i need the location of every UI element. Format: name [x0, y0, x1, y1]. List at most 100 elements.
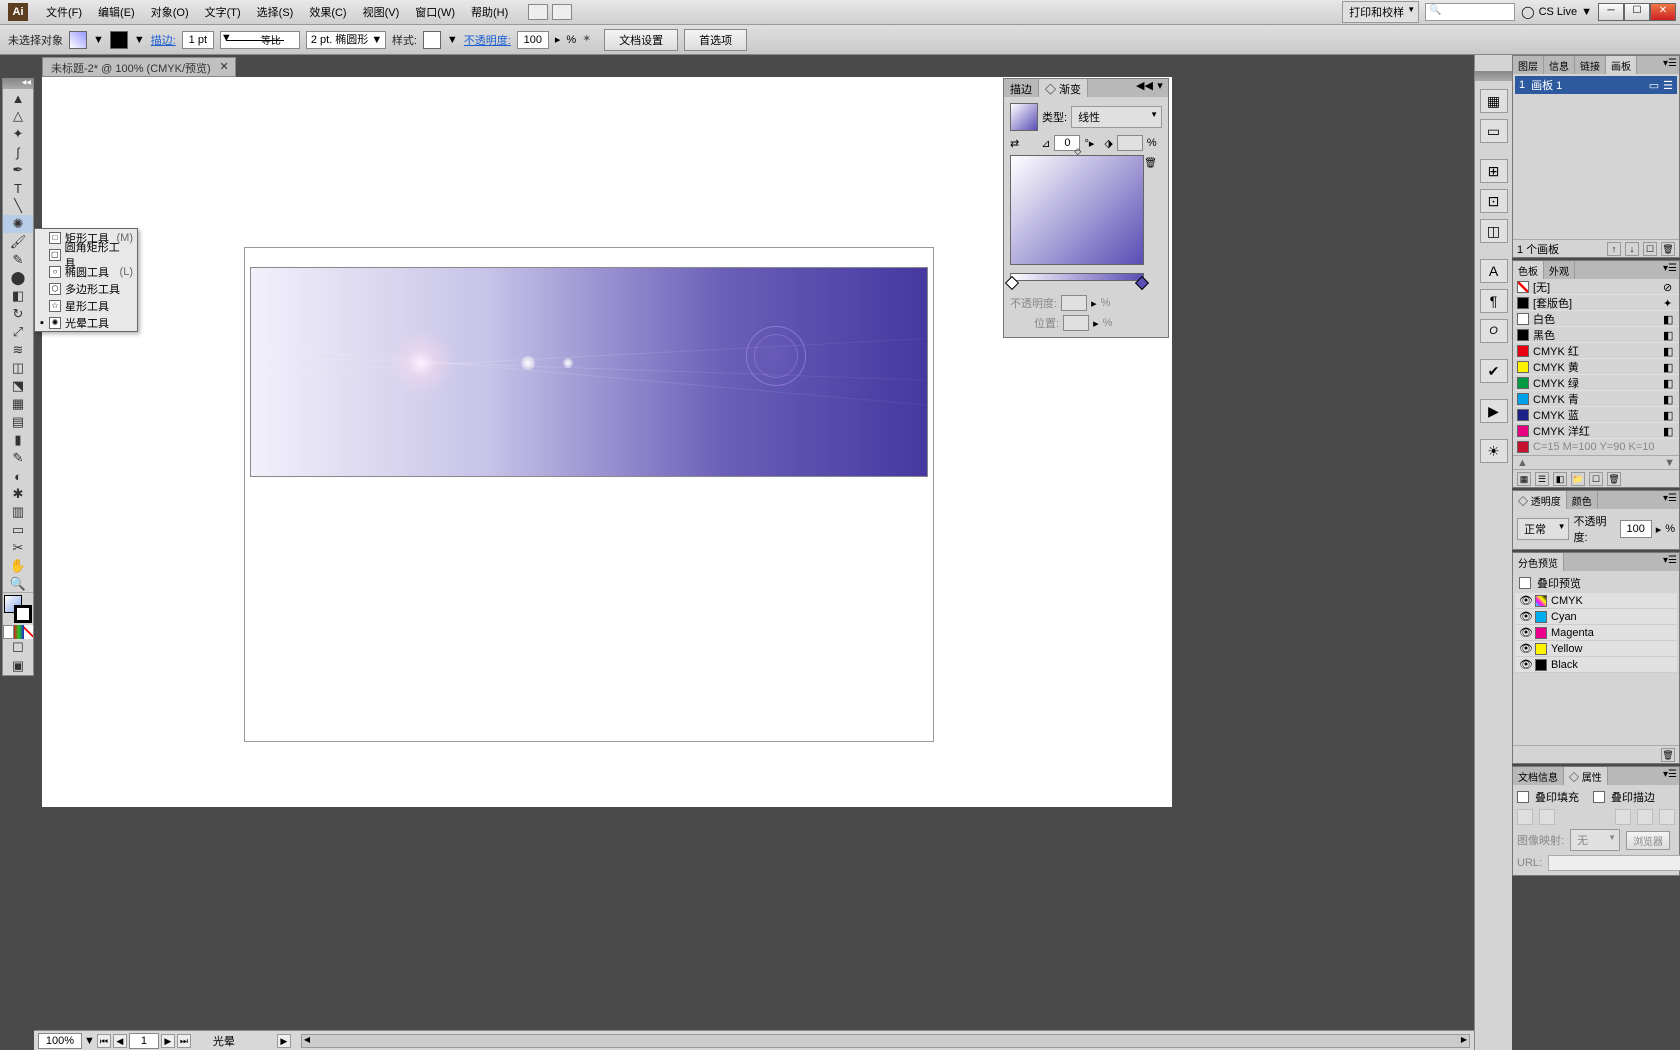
fill-stroke-control[interactable]	[4, 595, 32, 623]
menu-file[interactable]: 文件(F)	[38, 0, 90, 24]
tab-links[interactable]: 链接	[1575, 56, 1606, 74]
hide-center-icon[interactable]	[1637, 809, 1653, 825]
stroke-weight-input[interactable]	[182, 31, 214, 49]
panel-menu-icon[interactable]: ▾☰	[1663, 769, 1677, 780]
tab-swatches[interactable]: 色板	[1513, 261, 1544, 279]
artboard-options-icon[interactable]: ☰	[1663, 79, 1673, 92]
menu-object[interactable]: 对象(O)	[143, 0, 197, 24]
brush-profile[interactable]: 2 pt. 椭圆形 ▼	[306, 31, 386, 49]
window-close[interactable]: ✕	[1650, 3, 1676, 21]
swatch-row[interactable]: CMYK 洋红◧	[1513, 423, 1679, 439]
selection-tool[interactable]: ▲	[3, 89, 33, 107]
tab-attributes[interactable]: ◇ 属性	[1564, 767, 1608, 785]
ink-row[interactable]: 👁Black	[1515, 657, 1677, 673]
swatch-box[interactable]	[1517, 441, 1529, 453]
overprint-fill-checkbox[interactable]	[1517, 791, 1529, 803]
layout-icon-1[interactable]	[528, 4, 548, 20]
dock-btn-transform[interactable]: ⊡	[1480, 189, 1508, 213]
shape-tool[interactable]: ✺	[3, 215, 33, 233]
move-up-icon[interactable]: ↑	[1607, 242, 1621, 256]
menu-edit[interactable]: 编辑(E)	[90, 0, 143, 24]
ink-row[interactable]: 👁Yellow	[1515, 641, 1677, 657]
delete-stop-icon[interactable]: 🗑	[1144, 158, 1157, 169]
tab-appearance[interactable]: 外观	[1544, 261, 1575, 279]
flyout-item[interactable]: ▢圆角矩形工具	[35, 246, 137, 263]
hand-tool[interactable]: ✋	[3, 557, 33, 575]
artboard-row[interactable]: 1 画板 1 ▭☰	[1515, 76, 1677, 94]
direct-selection-tool[interactable]: △	[3, 107, 33, 125]
gradient-tool[interactable]: ▮	[3, 431, 33, 449]
tab-separations[interactable]: 分色预览	[1513, 553, 1564, 571]
panel-menu-icon[interactable]: ▾☰	[1663, 58, 1677, 69]
dock-btn-pathfinder[interactable]: ◫	[1480, 219, 1508, 243]
zoom-input[interactable]	[38, 1033, 82, 1049]
menu-type[interactable]: 文字(T)	[197, 0, 249, 24]
tool-nav[interactable]: ▶	[277, 1034, 291, 1048]
tab-artboards[interactable]: 画板	[1606, 56, 1637, 74]
last-page[interactable]: ⏭	[177, 1034, 191, 1048]
gradient-preview[interactable]: ◇ 🗑	[1010, 155, 1144, 265]
flyout-item[interactable]: ⬡多边形工具	[35, 280, 137, 297]
swatch-row[interactable]: [无]⊘	[1513, 279, 1679, 295]
overprint-stroke-checkbox[interactable]	[1593, 791, 1605, 803]
opacity-input[interactable]	[517, 31, 549, 49]
gradient-slider[interactable]	[1010, 273, 1144, 281]
show-center-icon[interactable]	[1615, 809, 1631, 825]
window-minimize[interactable]: ─	[1598, 3, 1624, 21]
paintbrush-tool[interactable]: 🖌	[3, 233, 33, 251]
first-page[interactable]: ⏮	[97, 1034, 111, 1048]
swatch-row[interactable]: [套版色]✦	[1513, 295, 1679, 311]
prefs-button[interactable]: 首选项	[684, 29, 747, 51]
blend-tool[interactable]: ◐	[3, 467, 33, 485]
fill-swatch[interactable]	[69, 31, 87, 49]
dock-btn-play[interactable]: ▶	[1480, 399, 1508, 423]
shape-builder-tool[interactable]: ⬔	[3, 377, 33, 395]
overprint-preview-checkbox[interactable]	[1519, 577, 1531, 589]
tab-docinfo[interactable]: 文档信息	[1513, 767, 1564, 785]
cslive-button[interactable]: CS Live ▼	[1521, 5, 1592, 19]
swatch-row[interactable]: CMYK 绿◧	[1513, 375, 1679, 391]
move-down-icon[interactable]: ↓	[1625, 242, 1639, 256]
dock-btn-opentype[interactable]: O	[1480, 319, 1508, 343]
window-maximize[interactable]: ☐	[1624, 3, 1650, 21]
swatch-scroll[interactable]: ▲▼	[1513, 455, 1679, 469]
pen-tool[interactable]: ✒	[3, 161, 33, 179]
stroke-link[interactable]: 描边:	[151, 32, 176, 48]
toolbox-collapse[interactable]	[3, 79, 33, 89]
h-scrollbar[interactable]	[301, 1034, 1470, 1048]
flyout-item[interactable]: ☆星形工具	[35, 297, 137, 314]
fillrule-nonzero-icon[interactable]	[1517, 809, 1533, 825]
menu-effect[interactable]: 效果(C)	[301, 0, 354, 24]
style-swatch[interactable]	[423, 31, 441, 49]
browser-button[interactable]: 浏览器	[1626, 831, 1670, 850]
tab-layers[interactable]: 图层	[1513, 56, 1544, 74]
tab-gradient-panel[interactable]: ◇ 渐变	[1039, 79, 1088, 97]
eyedropper-tool[interactable]: ✎	[3, 449, 33, 467]
next-page[interactable]: ▶	[161, 1034, 175, 1048]
blob-brush-tool[interactable]: ⬤	[3, 269, 33, 287]
swatch-opts-icon[interactable]: ◧	[1553, 472, 1567, 486]
dock-btn-check[interactable]: ✔	[1480, 359, 1508, 383]
url-input[interactable]	[1548, 855, 1680, 871]
width-tool[interactable]: ≋	[3, 341, 33, 359]
symbol-sprayer-tool[interactable]: ✱	[3, 485, 33, 503]
panel-menu-icon[interactable]: ▾☰	[1663, 555, 1677, 566]
swatch-row[interactable]: CMYK 红◧	[1513, 343, 1679, 359]
rotate-tool[interactable]: ↻	[3, 305, 33, 323]
panel-close-icon[interactable]: ▾	[1152, 79, 1168, 97]
page-input[interactable]	[129, 1033, 159, 1049]
flyout-item[interactable]: ○椭圆工具(L)	[35, 263, 137, 280]
swatch-lib-icon[interactable]: ▦	[1517, 472, 1531, 486]
color-mode-icon[interactable]	[3, 625, 14, 639]
layout-icon-2[interactable]	[552, 4, 572, 20]
stroke-swatch[interactable]	[110, 31, 128, 49]
delete-ink-icon[interactable]: 🗑	[1661, 748, 1675, 762]
slice-tool[interactable]: ✂	[3, 539, 33, 557]
swatch-row[interactable]: 白色◧	[1513, 311, 1679, 327]
screen-mode-normal[interactable]: ☐	[3, 639, 33, 657]
document-tab[interactable]: 未标题-2* @ 100% (CMYK/预览)✕	[42, 57, 236, 77]
gradient-thumbnail[interactable]	[1010, 103, 1038, 131]
artboard-orient-icon[interactable]: ▭	[1649, 79, 1659, 92]
lasso-tool[interactable]: ʃ	[3, 143, 33, 161]
fillrule-evenodd-icon[interactable]	[1539, 809, 1555, 825]
